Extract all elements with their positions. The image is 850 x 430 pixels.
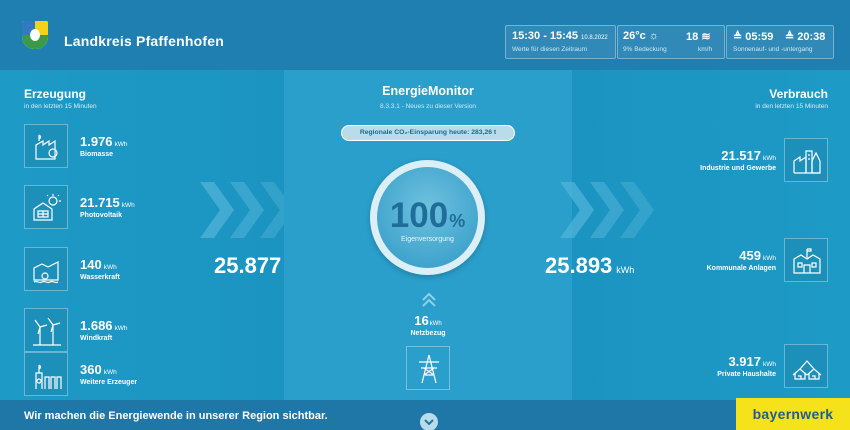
self-supply-label: Eigenversorgung <box>401 236 454 243</box>
other-producer-icon <box>24 352 68 396</box>
municipal-unit: kWh <box>763 255 776 262</box>
solar-label: Photovoltaik <box>80 212 123 219</box>
wind-turbine-icon <box>24 308 68 352</box>
solar-unit: kWh <box>121 202 135 209</box>
wind-unit: kWh <box>114 325 128 332</box>
weather-box: 26°c ☼ 9% Bedeckung 18 ≋ km/h <box>617 25 725 59</box>
district-logo <box>22 21 48 49</box>
other-value: 360 <box>80 362 102 377</box>
consumption-title: Verbrauch <box>769 87 828 101</box>
cloud-cover: 9% Bedeckung <box>623 46 667 53</box>
household-icon <box>784 344 828 388</box>
period-box: 15:30 - 15:45 10.8.2022 Werte für diesen … <box>505 25 616 59</box>
biomass-value: 1.976 <box>80 134 113 149</box>
other-label: Weitere Erzeuger <box>80 379 138 386</box>
production-total: 25.877 <box>214 253 282 278</box>
solar-icon <box>24 185 68 229</box>
wind-unit: km/h <box>698 46 713 53</box>
sunrise-icon: ≜ <box>733 31 743 43</box>
main-panel: Erzeugung in den letzten 15 Minuten 1.97… <box>0 70 850 400</box>
wind-value: 1.686 <box>80 318 113 333</box>
industry-label: Industrie und Gewerbe <box>700 165 776 172</box>
co2-savings-badge: Regionale CO₂-Einsparung heute: 283,26 t <box>341 125 515 141</box>
consumption-column: Verbrauch in den letzten 15 Minuten 25.8… <box>545 70 850 400</box>
grid-unit: kWh <box>429 321 442 327</box>
hydro-icon <box>24 247 68 291</box>
industry-icon <box>784 138 828 182</box>
footer-tagline: Wir machen die Energiewende in unserer R… <box>24 410 328 422</box>
biomass-unit: kWh <box>114 141 128 148</box>
consumption-total: 25.893 <box>545 253 613 278</box>
center-column: EnergieMonitor 8.3.3.1 - Neues zu dieser… <box>284 70 572 400</box>
municipal-icon <box>784 238 828 282</box>
sunset-time: 20:38 <box>797 31 826 43</box>
production-column: Erzeugung in den letzten 15 Minuten 1.97… <box>0 70 303 400</box>
wind-icon: ≋ <box>701 31 711 43</box>
production-item-wind[interactable]: 1.686 kWh Windkraft <box>24 308 224 354</box>
sun-label: Sonnenauf- und -untergang <box>733 46 813 53</box>
household-value: 3.917 <box>728 354 761 369</box>
biomass-label: Biomasse <box>80 151 114 158</box>
percent-sign: % <box>449 211 466 231</box>
grid-up-arrow-icon <box>422 292 436 307</box>
temperature: 26°c <box>623 30 646 42</box>
consumption-subtitle: in den letzten 15 Minuten <box>755 103 828 110</box>
consumption-item-municipal[interactable]: 459 kWh Kommunale Anlagen <box>628 238 828 284</box>
period-label: Werte für diesen Zeitraum <box>512 46 588 53</box>
sun-box: ≜ 05:59 ≜ 20:38 Sonnenauf- und -untergan… <box>726 25 834 59</box>
cloud-icon: ☼ <box>648 30 659 42</box>
header-bar: Landkreis Pfaffenhofen 15:30 - 15:45 10.8… <box>0 0 850 70</box>
period-time: 15:30 - 15:45 <box>512 30 579 42</box>
hydro-value: 140 <box>80 257 102 272</box>
production-item-solar[interactable]: 21.715 kWh Photovoltaik <box>24 185 224 231</box>
municipal-value: 459 <box>739 248 761 263</box>
consumption-item-industry[interactable]: 21.517 kWh Industrie und Gewerbe <box>628 138 828 184</box>
hydro-unit: kWh <box>103 264 117 271</box>
footer-bar: Wir machen die Energiewende in unserer R… <box>0 400 850 430</box>
municipal-label: Kommunale Anlagen <box>706 265 776 272</box>
production-item-other[interactable]: 360 kWh Weitere Erzeuger <box>24 352 224 398</box>
household-unit: kWh <box>763 361 776 368</box>
district-title: Landkreis Pfaffenhofen <box>64 33 224 49</box>
wind-speed: 18 <box>686 31 699 43</box>
consumption-item-household[interactable]: 3.917 kWh Private Haushalte <box>628 344 828 390</box>
household-label: Private Haushalte <box>717 371 776 378</box>
flow-chevrons-right <box>560 182 654 238</box>
chevron-down-icon <box>424 419 434 426</box>
production-item-hydro[interactable]: 140 kWh Wasserkraft <box>24 247 224 293</box>
power-tower-icon[interactable] <box>406 346 450 390</box>
version-link[interactable]: 8.3.3.1 - Neues zu dieser Version <box>284 103 572 110</box>
flow-chevrons-left <box>200 182 294 238</box>
sunset-icon: ≜ <box>785 31 795 43</box>
production-item-biomass[interactable]: 1.976 kWh Biomasse <box>24 124 224 170</box>
industry-value: 21.517 <box>721 148 761 163</box>
solar-value: 21.715 <box>80 195 120 210</box>
bayernwerk-logo[interactable]: bayernwerk <box>736 398 850 430</box>
self-supply-gauge: 100% Eigenversorgung <box>370 160 485 275</box>
production-title: Erzeugung <box>24 87 86 101</box>
industry-unit: kWh <box>763 155 776 162</box>
production-subtitle: in den letzten 15 Minuten <box>24 103 97 110</box>
grid-label: Netzbezug <box>410 330 446 337</box>
scroll-down-button[interactable] <box>420 413 438 430</box>
sunrise-time: 05:59 <box>745 31 774 43</box>
hydro-label: Wasserkraft <box>80 274 120 281</box>
period-date: 10.8.2022 <box>581 35 608 41</box>
wind-label: Windkraft <box>80 335 113 342</box>
biomass-icon <box>24 124 68 168</box>
self-supply-percent: 100 <box>389 196 449 235</box>
energy-monitor-title: EnergieMonitor <box>382 84 474 98</box>
grid-value: 16 <box>414 313 429 328</box>
other-unit: kWh <box>103 369 117 376</box>
